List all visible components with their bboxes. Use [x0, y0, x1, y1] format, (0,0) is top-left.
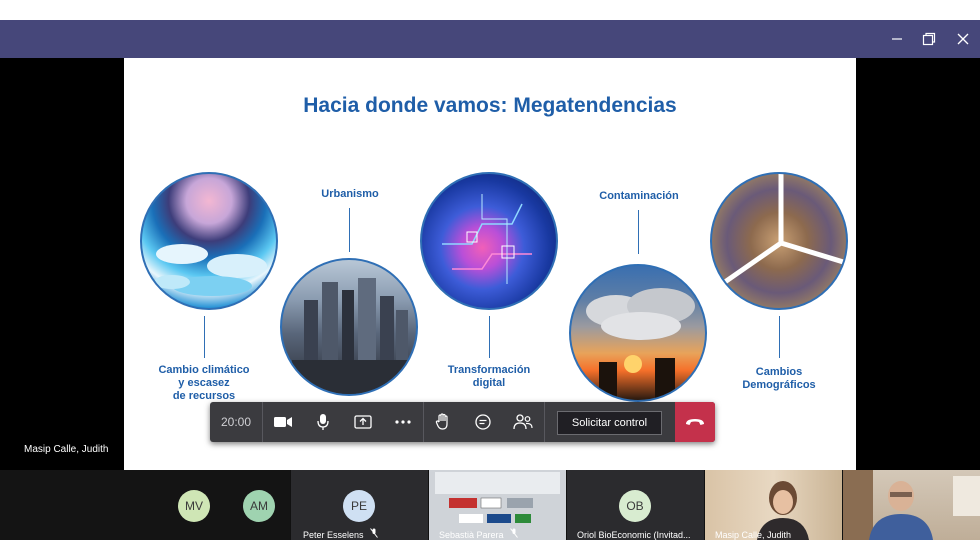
participant-name-text: Sebastià Parera — [439, 530, 504, 540]
connector-line — [779, 316, 780, 358]
participant-video — [843, 470, 980, 540]
meeting-timer: 20:00 — [220, 415, 252, 429]
camera-icon[interactable] — [263, 402, 303, 442]
pollution-image — [569, 264, 707, 402]
raise-hand-icon[interactable] — [423, 402, 463, 442]
hang-up-icon[interactable] — [675, 402, 715, 442]
participant-name-text: Peter Esselens — [303, 530, 364, 540]
participant-video-tile[interactable]: Masip Calle, Judith — [705, 470, 842, 540]
participant-group-tile[interactable]: MV AM — [0, 470, 290, 540]
mic-muted-icon — [510, 528, 518, 540]
presenter-name-label: Masip Calle, Judith — [24, 444, 109, 455]
connector-line — [349, 208, 350, 252]
label-climate: Cambio climático y escasez de recursos — [158, 364, 250, 402]
share-screen-icon[interactable] — [343, 402, 383, 442]
label-pollution: Contaminación — [599, 190, 679, 202]
participant-name: Masip Calle, Judith — [715, 530, 792, 540]
climate-image — [140, 172, 278, 310]
window-title-bar — [0, 20, 980, 58]
participants-icon[interactable] — [503, 402, 543, 442]
minimize-icon[interactable] — [880, 20, 914, 58]
connector-line — [489, 316, 490, 358]
bottom-margin — [0, 540, 980, 560]
slide-title: Hacia donde vamos: Megatendencias — [303, 94, 677, 117]
request-control-button[interactable]: Solicitar control — [557, 411, 662, 435]
label-demographics: Cambios Demográficos — [742, 366, 816, 391]
microphone-icon[interactable] — [303, 402, 343, 442]
chat-icon[interactable] — [463, 402, 503, 442]
connector-line — [638, 210, 639, 254]
connector-line — [204, 316, 205, 358]
participant-name: Sebastià Parera — [439, 528, 518, 540]
avatar: MV — [178, 490, 210, 522]
participant-tile[interactable]: PE Peter Esselens — [291, 470, 428, 540]
meeting-toolbar: 20:00 Solicitar control — [210, 402, 715, 442]
restore-icon[interactable] — [912, 20, 946, 58]
participant-tile[interactable]: OB Oriol BioEconomic (Invitad... — [567, 470, 704, 540]
avatar: OB — [619, 490, 651, 522]
top-margin — [0, 0, 980, 20]
participant-video-tile[interactable] — [843, 470, 980, 540]
participant-name: Oriol BioEconomic (Invitad... — [577, 530, 691, 540]
mic-muted-icon — [370, 528, 378, 540]
more-options-icon[interactable] — [383, 402, 423, 442]
demographics-image — [710, 172, 848, 310]
digital-image — [420, 172, 558, 310]
label-urbanism: Urbanismo — [321, 188, 379, 200]
participant-video-tile[interactable]: Sebastià Parera — [429, 470, 566, 540]
urbanism-image — [280, 258, 418, 396]
avatar: PE — [343, 490, 375, 522]
close-icon[interactable] — [946, 20, 980, 58]
participant-name: Peter Esselens — [303, 528, 378, 540]
label-digital: Transformación digital — [447, 364, 531, 389]
avatar: AM — [243, 490, 275, 522]
divider — [544, 402, 545, 442]
